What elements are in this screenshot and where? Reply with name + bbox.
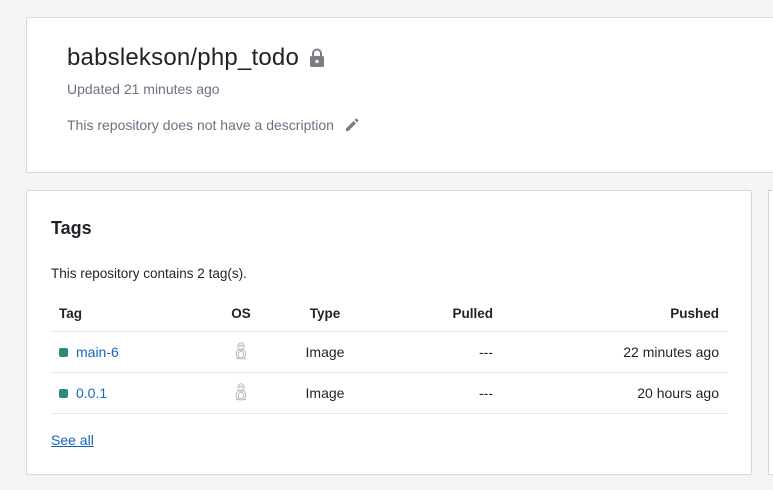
- column-header-type: Type: [309, 305, 341, 321]
- tags-table: Tag OS Type Pulled Pushed main-6 Image -…: [51, 295, 728, 414]
- column-header-tag: Tag: [59, 305, 82, 321]
- repository-description: This repository does not have a descript…: [67, 117, 334, 133]
- pushed-cell: 20 hours ago: [637, 385, 719, 401]
- edit-pencil-icon[interactable]: [344, 117, 360, 133]
- table-row: main-6 Image --- 22 minutes ago: [51, 332, 728, 373]
- os-cell: [211, 341, 271, 363]
- column-header-pulled: Pulled: [452, 305, 493, 321]
- tags-heading: Tags: [51, 218, 92, 238]
- pulled-cell: ---: [479, 385, 493, 401]
- type-cell: Image: [305, 344, 345, 360]
- tags-card: Tags This repository contains 2 tag(s). …: [26, 190, 752, 475]
- tag-status-dot: [59, 347, 68, 357]
- os-cell: [211, 382, 271, 404]
- tag-link[interactable]: 0.0.1: [76, 385, 107, 401]
- tag-cell: main-6: [51, 344, 211, 360]
- pushed-cell: 22 minutes ago: [623, 344, 719, 360]
- tag-status-dot: [59, 388, 68, 398]
- pulled-cell: ---: [479, 344, 493, 360]
- updated-time: Updated 21 minutes ago: [67, 81, 220, 97]
- linux-tux-icon: [234, 341, 248, 363]
- tags-count-text: This repository contains 2 tag(s).: [51, 266, 247, 281]
- tag-cell: 0.0.1: [51, 385, 211, 401]
- see-all-link[interactable]: See all: [51, 432, 94, 448]
- table-header-row: Tag OS Type Pulled Pushed: [51, 295, 728, 332]
- tag-link[interactable]: main-6: [76, 344, 119, 360]
- lock-icon: [309, 48, 325, 68]
- repository-title-row: babslekson/php_todo: [67, 44, 325, 72]
- repository-title: babslekson/php_todo: [67, 44, 299, 71]
- linux-tux-icon: [234, 382, 248, 404]
- description-row: This repository does not have a descript…: [67, 117, 360, 133]
- type-cell: Image: [305, 385, 345, 401]
- side-card-edge: [768, 190, 773, 475]
- table-row: 0.0.1 Image --- 20 hours ago: [51, 373, 728, 414]
- column-header-os: OS: [231, 305, 251, 321]
- repository-header-card: babslekson/php_todo Updated 21 minutes a…: [26, 17, 773, 173]
- column-header-pushed: Pushed: [670, 305, 719, 321]
